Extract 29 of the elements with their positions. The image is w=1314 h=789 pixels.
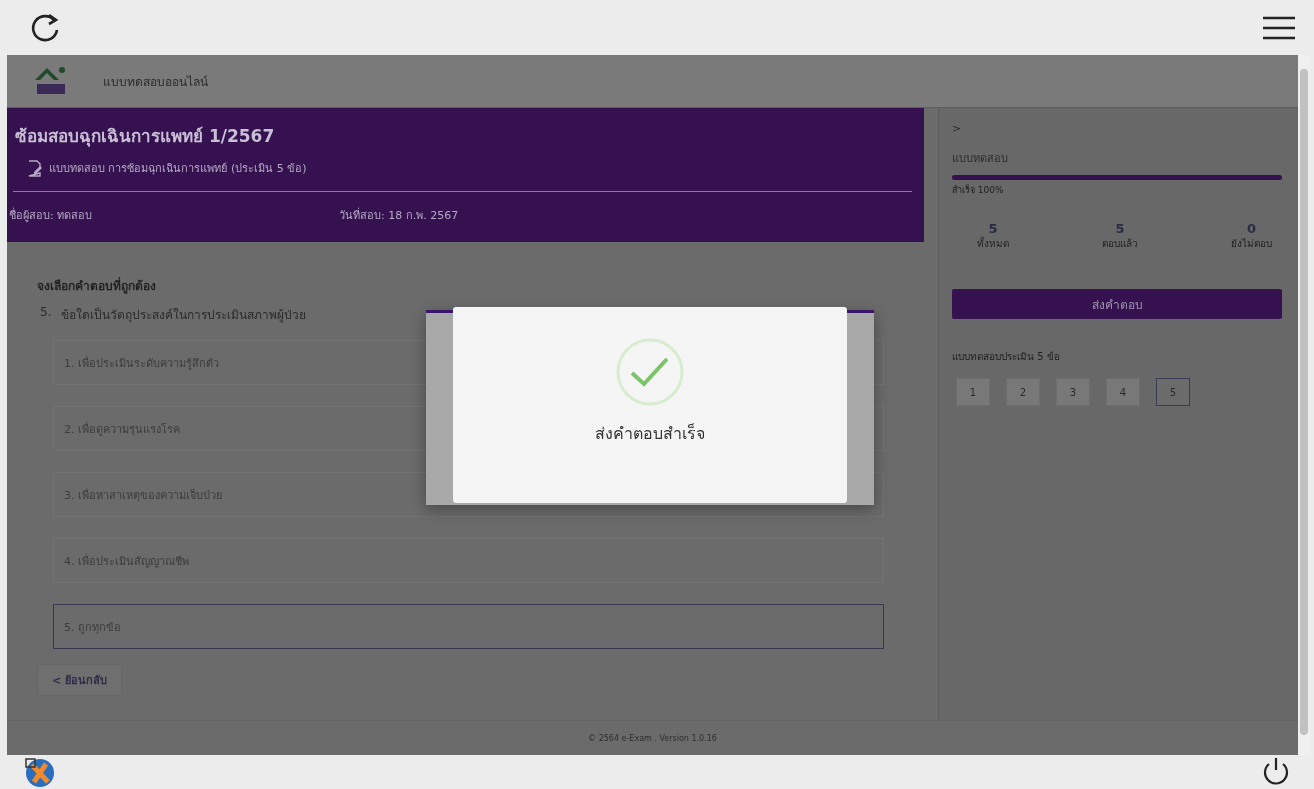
exam-subtitle: แบบทดสอบ การซ้อมฉุกเฉินการแพทย์ (ประเมิน 5 ข้อ) [49,161,307,177]
check-circle-icon [615,337,685,407]
toggle-arrow[interactable]: > [952,122,1282,135]
scrollbar[interactable] [1298,55,1310,755]
examinee-name: ชื่อผู้สอบ: ทดสอบ [9,206,94,224]
question-nav-button[interactable]: 1 [956,378,990,406]
exam-title: ซ้อมสอบฉุกเฉินการแพทย์ 1/2567 [14,125,276,149]
stat-value: 5 [1115,221,1125,236]
question-text: ข้อใดเป็นวัตถุประสงค์ในการประเมินสภาพผู้ป่วย [61,306,307,324]
instruction: จงเลือกคำตอบที่ถูกต้อง [37,276,157,295]
question-nav-button[interactable]: 2 [1006,378,1040,406]
exam-date: วันที่สอบ: 18 ก.พ. 2567 [339,206,459,224]
stat-label: ทั้งหมด [977,236,1009,251]
question-number: 5. [40,305,52,321]
success-message: ส่งคำตอบสำเร็จ [595,422,705,445]
question-nav-button[interactable]: 3 [1056,378,1090,406]
progress-title: แบบทดสอบ [952,151,1009,167]
stat-label: ตอบแล้ว [1102,237,1138,251]
stat-value: 0 [1246,221,1256,236]
app-title: แบบทดสอบออนไลน์ [103,73,208,91]
menu-icon[interactable] [1262,14,1296,41]
stat-label: ยังไม่ตอบ [1231,237,1272,251]
nav-title: แบบทดสอบประเมิน 5 ข้อ [952,350,1061,364]
stat-value: 5 [988,221,998,236]
back-button[interactable]: < ย้อนกลับ [37,664,123,696]
question-nav-button[interactable]: 5 [1156,378,1190,406]
submit-button[interactable]: ส่งคำตอบ [952,289,1282,319]
progress-text: สำเร็จ 100% [952,183,1005,197]
question-nav-button[interactable]: 4 [1106,378,1140,406]
